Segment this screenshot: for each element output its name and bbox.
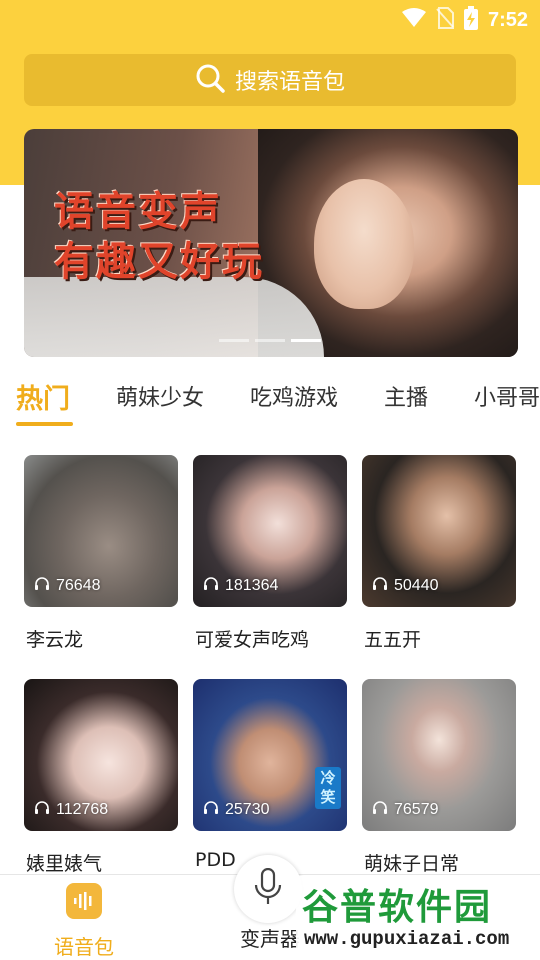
banner-dot[interactable] [219, 339, 249, 342]
nav-voice-pack[interactable]: 语音包 [54, 883, 114, 960]
nav-voice-pack-label: 语音包 [54, 935, 114, 959]
voice-card[interactable]: 冷笑 25730 PDD [193, 679, 347, 871]
tab-pubg[interactable]: 吃鸡游戏 [250, 370, 338, 412]
voice-card-title: 李云龙 [26, 629, 84, 651]
voice-card[interactable]: 76648 李云龙 [24, 455, 178, 652]
voice-card[interactable]: 50440 五五开 [362, 455, 516, 652]
play-count-value: 181364 [225, 576, 279, 594]
banner-dot-active[interactable] [291, 339, 321, 342]
play-count: 76648 [34, 576, 101, 595]
tab-hot[interactable]: 热门 [16, 370, 73, 426]
nav-voice-changer[interactable]: 变声器 [240, 923, 300, 952]
voice-changer-mic-button[interactable] [234, 855, 302, 923]
banner-pillow [24, 277, 324, 357]
headphones-icon [372, 800, 388, 819]
play-count-value: 112768 [56, 800, 109, 818]
banner-title-line1: 语音变声 [54, 189, 222, 235]
tab-cute-girl[interactable]: 萌妹少女 [116, 370, 204, 412]
headphones-icon [34, 576, 50, 595]
play-count-value: 76579 [394, 800, 439, 818]
voice-card-title: 婊里婊气 [26, 853, 103, 875]
play-count: 112768 [34, 800, 108, 819]
voice-card-thumbnail: 112768 [24, 679, 178, 831]
voice-card[interactable]: 181364 可爱女声吃鸡 [193, 455, 347, 652]
headphones-icon [372, 576, 388, 595]
voice-card-title: 可爱女声吃鸡 [195, 629, 310, 651]
voice-card-thumbnail: 181364 [193, 455, 347, 607]
voice-card-thumbnail: 76648 [24, 455, 178, 607]
status-bar: 7:52 [0, 0, 540, 36]
category-tabs: 热门 萌妹少女 吃鸡游戏 主播 小哥哥 [16, 370, 540, 430]
search-bar[interactable]: 搜索语音包 [24, 54, 516, 106]
tab-streamer[interactable]: 主播 [384, 370, 428, 412]
search-icon [195, 63, 225, 97]
play-count-value: 76648 [56, 576, 101, 594]
microphone-icon [254, 867, 282, 910]
voice-card-thumbnail: 76579 [362, 679, 516, 831]
headphones-icon [34, 800, 50, 819]
voice-card[interactable]: 76579 萌妹子日常 [362, 679, 516, 876]
thumbnail-caption-badge: 冷笑 [315, 767, 341, 809]
promo-banner[interactable]: 语音变声 有趣又好玩 [24, 129, 518, 357]
voice-card-title: 五五开 [364, 629, 422, 651]
banner-dot[interactable] [255, 339, 285, 342]
voice-card-title: 萌妹子日常 [364, 853, 460, 875]
banner-page-indicator [219, 339, 321, 342]
nav-voice-changer-label: 变声器 [240, 927, 300, 951]
watermark-url: www.gupuxiazai.com [304, 928, 510, 950]
no-sim-icon [436, 7, 454, 33]
search-placeholder: 搜索语音包 [234, 70, 345, 95]
voice-card[interactable]: 112768 婊里婊气 [24, 679, 178, 876]
watermark-title: 谷普软件园 [302, 887, 493, 928]
voice-card-thumbnail: 冷笑 25730 [193, 679, 347, 831]
headphones-icon [203, 800, 219, 819]
tab-young-guy[interactable]: 小哥哥 [474, 370, 540, 412]
voice-pack-icon [66, 883, 102, 919]
headphones-icon [203, 576, 219, 595]
banner-title-line2: 有趣又好玩 [54, 239, 264, 285]
play-count: 181364 [203, 576, 278, 595]
play-count-value: 50440 [394, 576, 439, 594]
banner-title: 语音变声 有趣又好玩 [54, 187, 264, 287]
status-time: 7:52 [487, 8, 528, 31]
wifi-icon [401, 8, 426, 32]
battery-charging-icon [463, 6, 478, 34]
play-count: 25730 [203, 800, 270, 819]
play-count: 76579 [372, 800, 439, 819]
play-count-value: 25730 [225, 800, 270, 818]
site-watermark: 谷普软件园 www.gupuxiazai.com [296, 876, 540, 960]
banner-face [314, 179, 414, 309]
voice-card-thumbnail: 50440 [362, 455, 516, 607]
play-count: 50440 [372, 576, 439, 595]
